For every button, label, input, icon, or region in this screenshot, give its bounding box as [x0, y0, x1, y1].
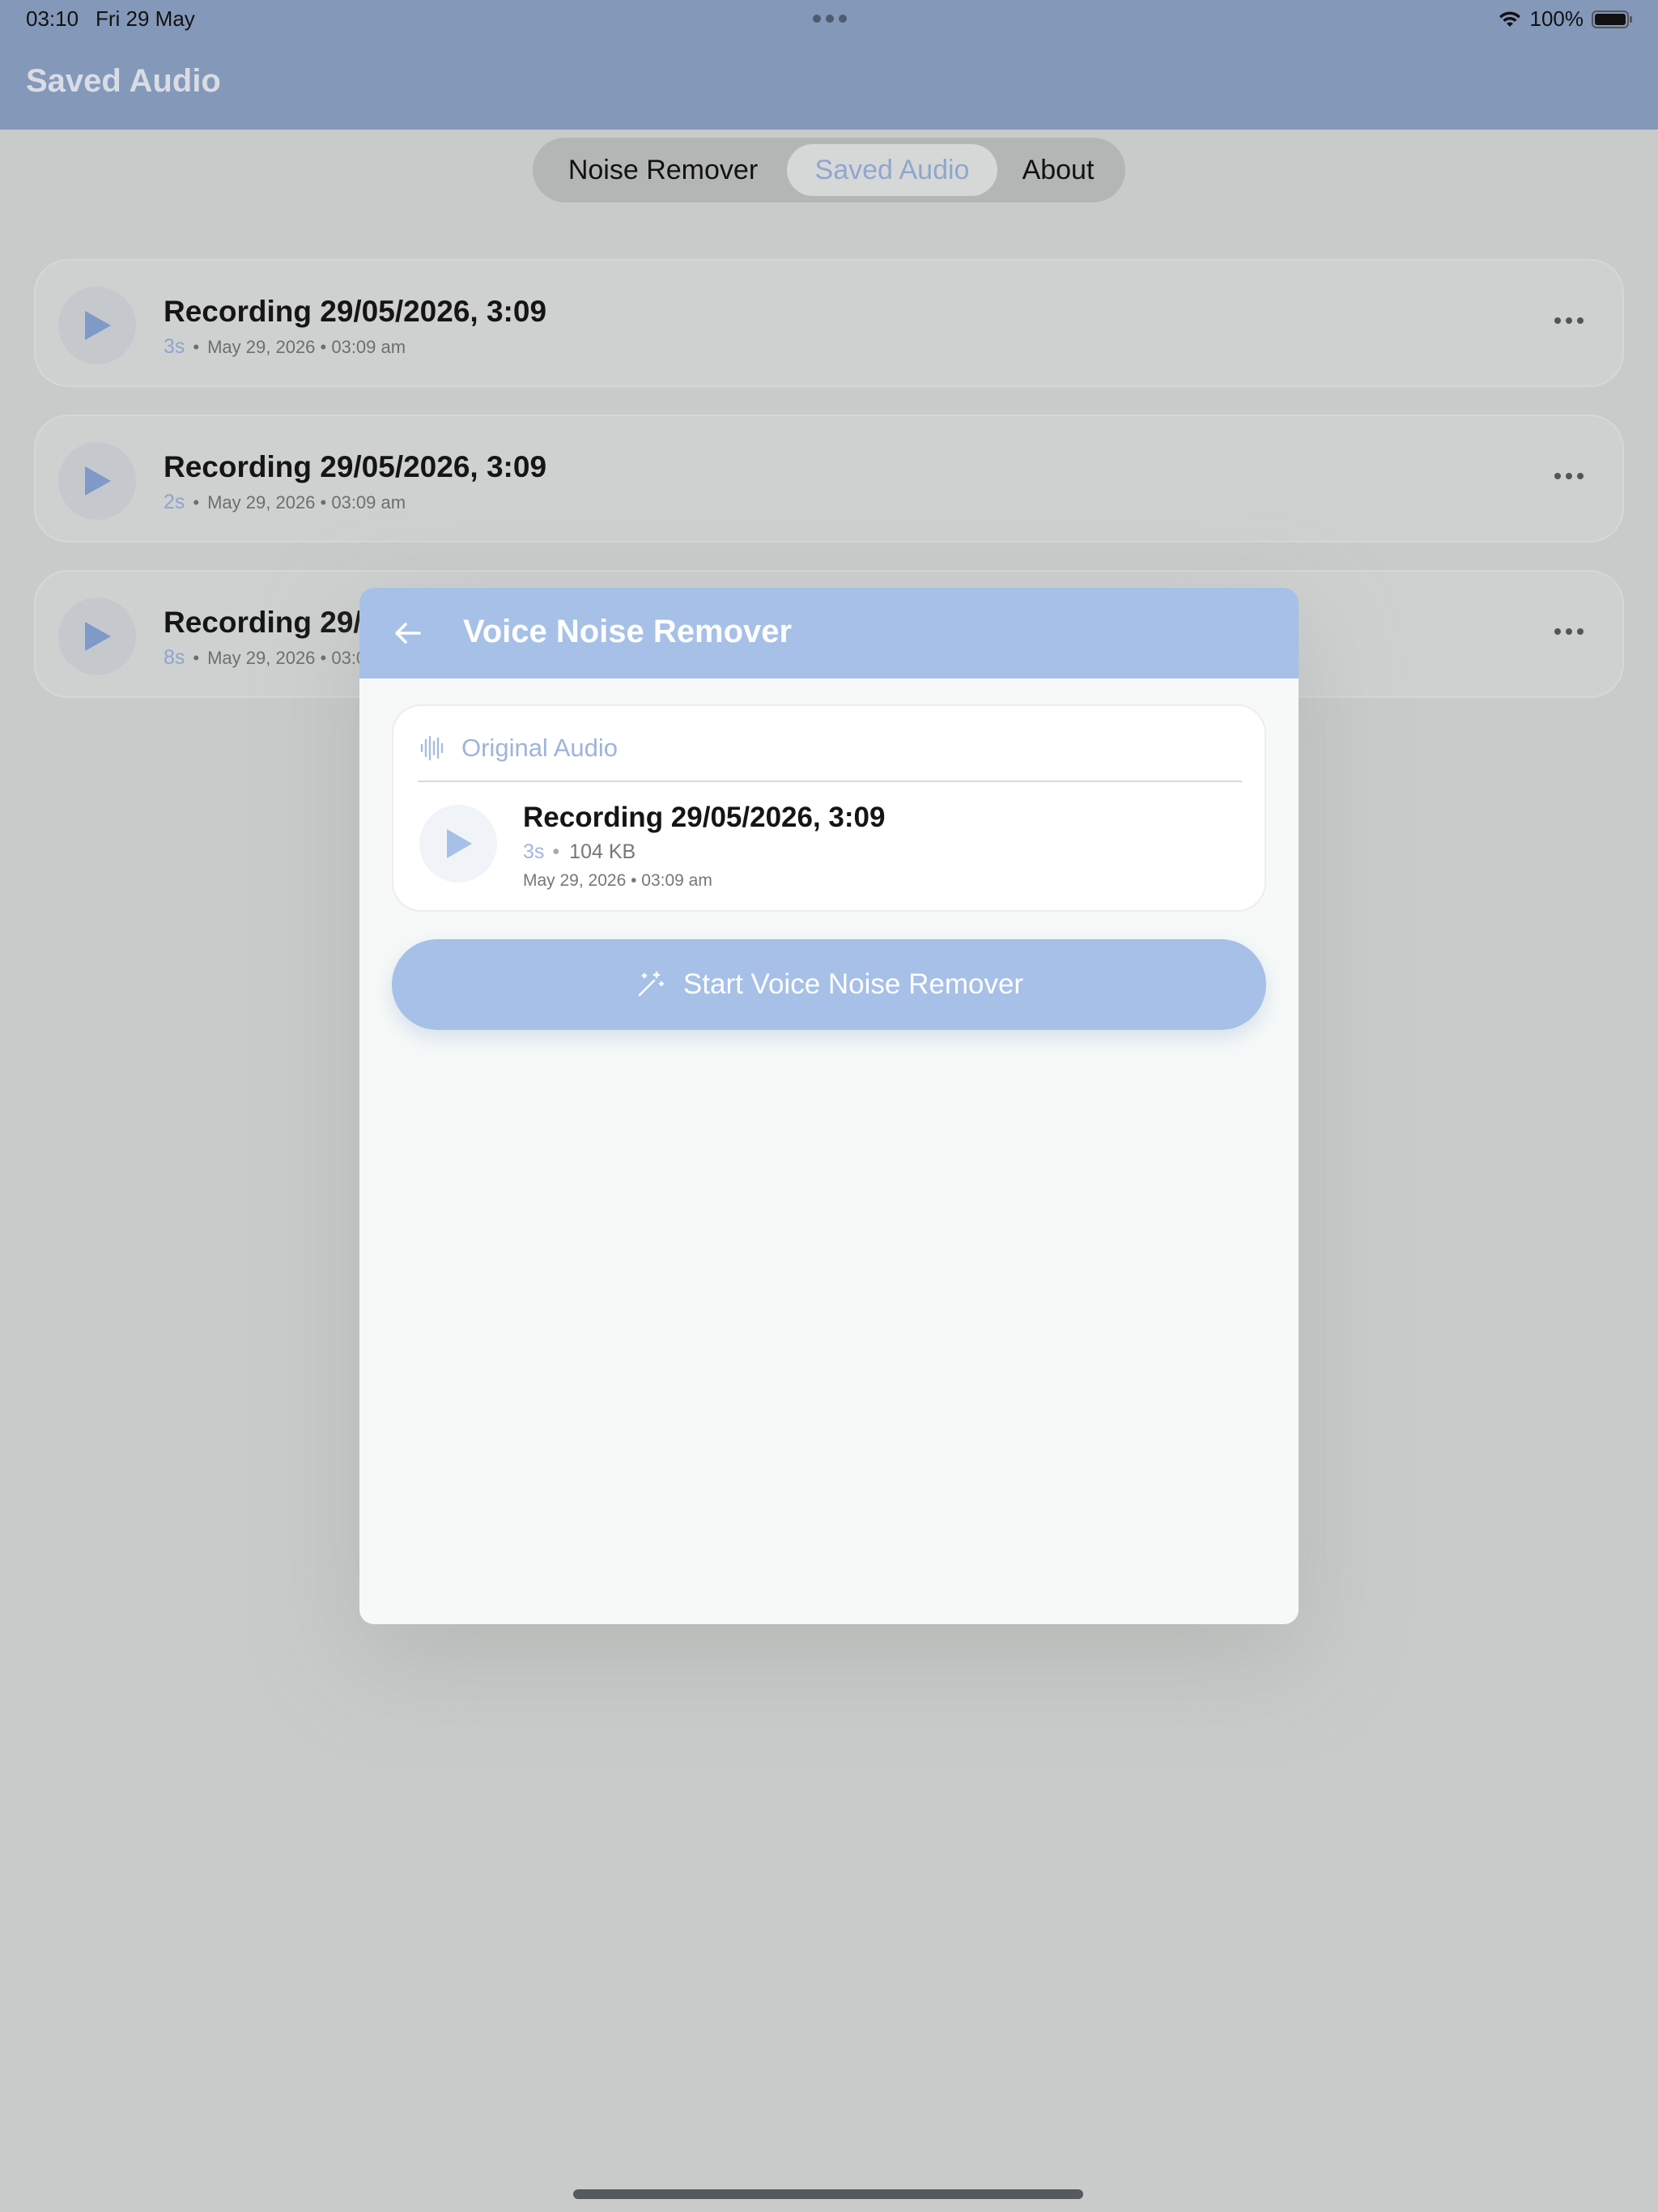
- play-button[interactable]: [58, 287, 136, 364]
- recording-title: Recording 29/05/2026, 3:09: [164, 450, 547, 483]
- battery-icon: [1592, 10, 1632, 28]
- recording-list-item[interactable]: Recording 29/05/2026, 3:09 2s • May 29, …: [34, 415, 1624, 542]
- recording-datetime: May 29, 2026 • 03:09 am: [207, 491, 406, 513]
- more-options-icon[interactable]: [1554, 628, 1584, 635]
- original-audio-label: Original Audio: [461, 734, 619, 762]
- recording-duration: 3s: [164, 335, 185, 358]
- original-audio-title: Recording 29/05/2026, 3:09: [523, 802, 886, 833]
- more-options-icon[interactable]: [1554, 317, 1584, 324]
- tab-noise-remover[interactable]: Noise Remover: [539, 144, 787, 196]
- more-options-icon[interactable]: [1554, 473, 1584, 479]
- tab-bar: Noise Remover Saved Audio About: [533, 138, 1125, 202]
- start-noise-remover-button[interactable]: Start Voice Noise Remover: [392, 939, 1266, 1030]
- recording-duration: 8s: [164, 646, 185, 669]
- play-icon: [447, 829, 472, 858]
- status-bar: 03:10 Fri 29 May 100%: [0, 0, 1658, 39]
- noise-remover-modal: Voice Noise Remover Original Audio Recor…: [359, 588, 1299, 1624]
- page-title: Saved Audio: [26, 63, 221, 99]
- divider: [418, 781, 1242, 782]
- home-indicator[interactable]: [573, 2189, 1083, 2199]
- play-button[interactable]: [58, 598, 136, 675]
- modal-header: Voice Noise Remover: [359, 588, 1299, 678]
- original-audio-datetime: May 29, 2026 • 03:09 am: [523, 871, 712, 890]
- recording-list-item[interactable]: Recording 29/05/2026, 3:09 3s • May 29, …: [34, 259, 1624, 387]
- original-audio-duration: 3s: [523, 840, 545, 863]
- recording-datetime: May 29, 2026 • 03:09 am: [207, 336, 406, 357]
- play-button[interactable]: [58, 442, 136, 520]
- multitasking-dots-icon[interactable]: [813, 15, 847, 23]
- start-button-label: Start Voice Noise Remover: [682, 968, 1024, 1000]
- recording-duration: 2s: [164, 491, 185, 513]
- status-time: 03:10: [26, 6, 79, 31]
- original-audio-size: 104 KB: [569, 840, 636, 863]
- original-audio-card: Original Audio Recording 29/05/2026, 3:0…: [392, 704, 1266, 912]
- original-audio-meta: 3s • 104 KB: [523, 840, 636, 863]
- recording-meta: 2s • May 29, 2026 • 03:09 am: [164, 491, 406, 513]
- play-icon: [85, 466, 111, 496]
- play-icon: [85, 622, 111, 651]
- recording-title: Recording 29/05/2026, 3:09: [164, 295, 547, 328]
- status-right: 100%: [1498, 6, 1635, 32]
- wifi-icon: [1499, 11, 1520, 27]
- back-arrow-icon[interactable]: [392, 617, 424, 649]
- play-button[interactable]: [419, 805, 497, 883]
- modal-title: Voice Noise Remover: [463, 614, 793, 649]
- battery-percentage: 100%: [1529, 6, 1584, 31]
- tab-about[interactable]: About: [997, 144, 1119, 196]
- magic-wand-icon: [638, 971, 665, 997]
- tab-saved-audio[interactable]: Saved Audio: [787, 144, 997, 196]
- recording-meta: 3s • May 29, 2026 • 03:09 am: [164, 335, 406, 358]
- waveform-icon: [420, 735, 444, 761]
- status-date: Fri 29 May: [96, 6, 195, 31]
- play-icon: [85, 311, 111, 340]
